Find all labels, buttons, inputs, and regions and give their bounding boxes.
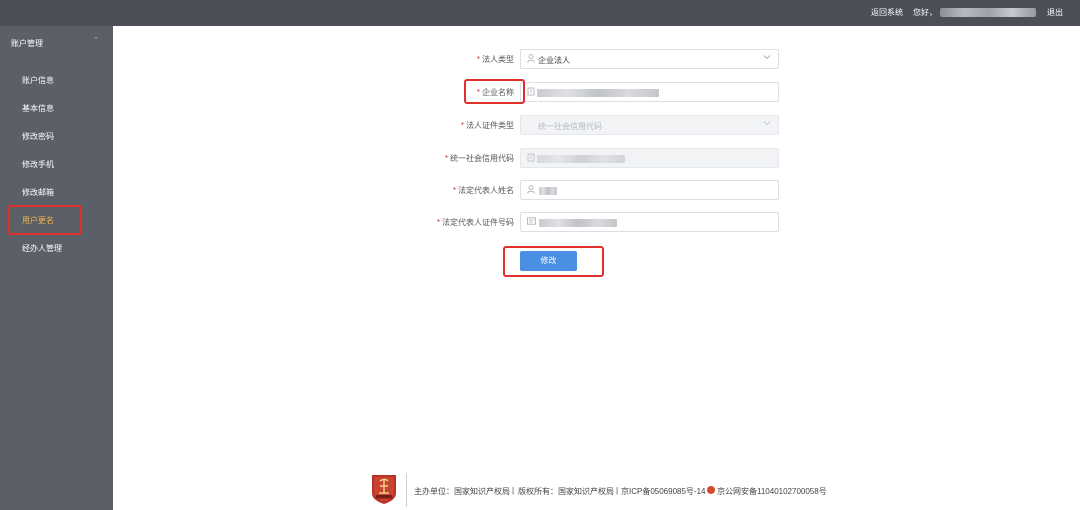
user-icon bbox=[527, 54, 535, 65]
highlight-box-submit bbox=[503, 246, 604, 277]
username-redacted bbox=[940, 8, 1036, 17]
id-card-icon bbox=[527, 217, 536, 227]
footer-separator: | bbox=[512, 486, 515, 495]
legal-rep-id-input[interactable] bbox=[520, 212, 779, 232]
field-label: * 法人类型 bbox=[476, 55, 514, 64]
redacted-credit-code bbox=[537, 155, 625, 163]
select-value: 统一社会信用代码 bbox=[538, 122, 602, 131]
form-row-credit-code: * 统一社会信用代码 bbox=[300, 148, 514, 168]
sidebar-item-change-email[interactable]: 修改邮箱 bbox=[0, 178, 113, 206]
id-type-select: 统一社会信用代码 bbox=[520, 115, 779, 135]
footer-copyright: 版权所有：国家知识产权局 bbox=[518, 487, 614, 496]
legal-type-select[interactable]: 企业法人 bbox=[520, 49, 779, 69]
footer-police-link[interactable]: 京公网安备11040102700058号 bbox=[717, 486, 827, 497]
building-icon bbox=[527, 153, 535, 164]
sidebar: 账户管理 ⌃ 账户信息 基本信息 修改密码 修改手机 修改邮箱 用户更名 经办人… bbox=[0, 26, 113, 510]
chevron-down-icon bbox=[763, 53, 771, 63]
sidebar-item-label: 修改密码 bbox=[22, 132, 54, 141]
sidebar-item-label: 基本信息 bbox=[22, 104, 54, 113]
form-row-id-type: * 法人证件类型 bbox=[300, 115, 514, 135]
footer-divider bbox=[406, 473, 407, 507]
redacted-company-name bbox=[537, 89, 659, 97]
sidebar-item-basic-info[interactable]: 基本信息 bbox=[0, 94, 113, 122]
sidebar-item-agent-management[interactable]: 经办人管理 bbox=[0, 234, 113, 262]
chevron-up-icon: ⌃ bbox=[93, 37, 99, 44]
sidebar-item-label: 账户信息 bbox=[22, 76, 54, 85]
highlight-box-sidebar bbox=[8, 205, 82, 235]
redacted-legal-rep-id bbox=[539, 219, 617, 227]
building-icon bbox=[527, 87, 535, 98]
police-badge-icon bbox=[707, 486, 715, 494]
sidebar-item-label: 修改手机 bbox=[22, 160, 54, 169]
sidebar-item-account-info[interactable]: 账户信息 bbox=[0, 66, 113, 94]
sidebar-item-label: 经办人管理 bbox=[22, 244, 62, 253]
sidebar-item-label: 修改邮箱 bbox=[22, 188, 54, 197]
redacted-legal-rep-name bbox=[539, 187, 557, 195]
legal-rep-name-input[interactable] bbox=[520, 180, 779, 200]
sidebar-item-change-phone[interactable]: 修改手机 bbox=[0, 150, 113, 178]
form-row-legal-type: * 法人类型 bbox=[300, 49, 514, 69]
sidebar-item-change-password[interactable]: 修改密码 bbox=[0, 122, 113, 150]
form-row-legal-rep-id: * 法定代表人证件号码 bbox=[300, 212, 514, 232]
footer: 主办单位：国家知识产权局 | 版权所有：国家知识产权局 | 京ICP备05069… bbox=[368, 471, 838, 507]
footer-icp-link[interactable]: 京ICP备05069085号-14 bbox=[621, 486, 706, 497]
sidebar-group-title: 账户管理 bbox=[11, 39, 43, 48]
top-bar: 返回系统 您好， 退出 bbox=[0, 0, 1080, 26]
greeting-text: 您好， bbox=[913, 8, 937, 17]
select-value: 企业法人 bbox=[538, 56, 570, 65]
field-label: * 法人证件类型 bbox=[460, 121, 514, 130]
footer-separator: | bbox=[616, 486, 619, 495]
highlight-box-company-name bbox=[464, 79, 525, 104]
chevron-down-icon bbox=[763, 119, 771, 129]
cnipa-logo bbox=[370, 473, 398, 505]
sidebar-group-account-management[interactable]: 账户管理 ⌃ bbox=[0, 26, 113, 60]
field-label: * 统一社会信用代码 bbox=[444, 154, 514, 163]
credit-code-input bbox=[520, 148, 779, 168]
return-system-link[interactable]: 返回系统 bbox=[871, 7, 903, 18]
user-icon bbox=[527, 185, 535, 196]
form-row-legal-rep-name: * 法定代表人姓名 bbox=[300, 180, 514, 200]
company-name-input[interactable] bbox=[520, 82, 779, 102]
field-label: * 法定代表人姓名 bbox=[452, 186, 514, 195]
footer-host: 主办单位：国家知识产权局 bbox=[414, 487, 510, 496]
logout-link[interactable]: 退出 bbox=[1047, 7, 1063, 18]
field-label: * 法定代表人证件号码 bbox=[436, 218, 514, 227]
